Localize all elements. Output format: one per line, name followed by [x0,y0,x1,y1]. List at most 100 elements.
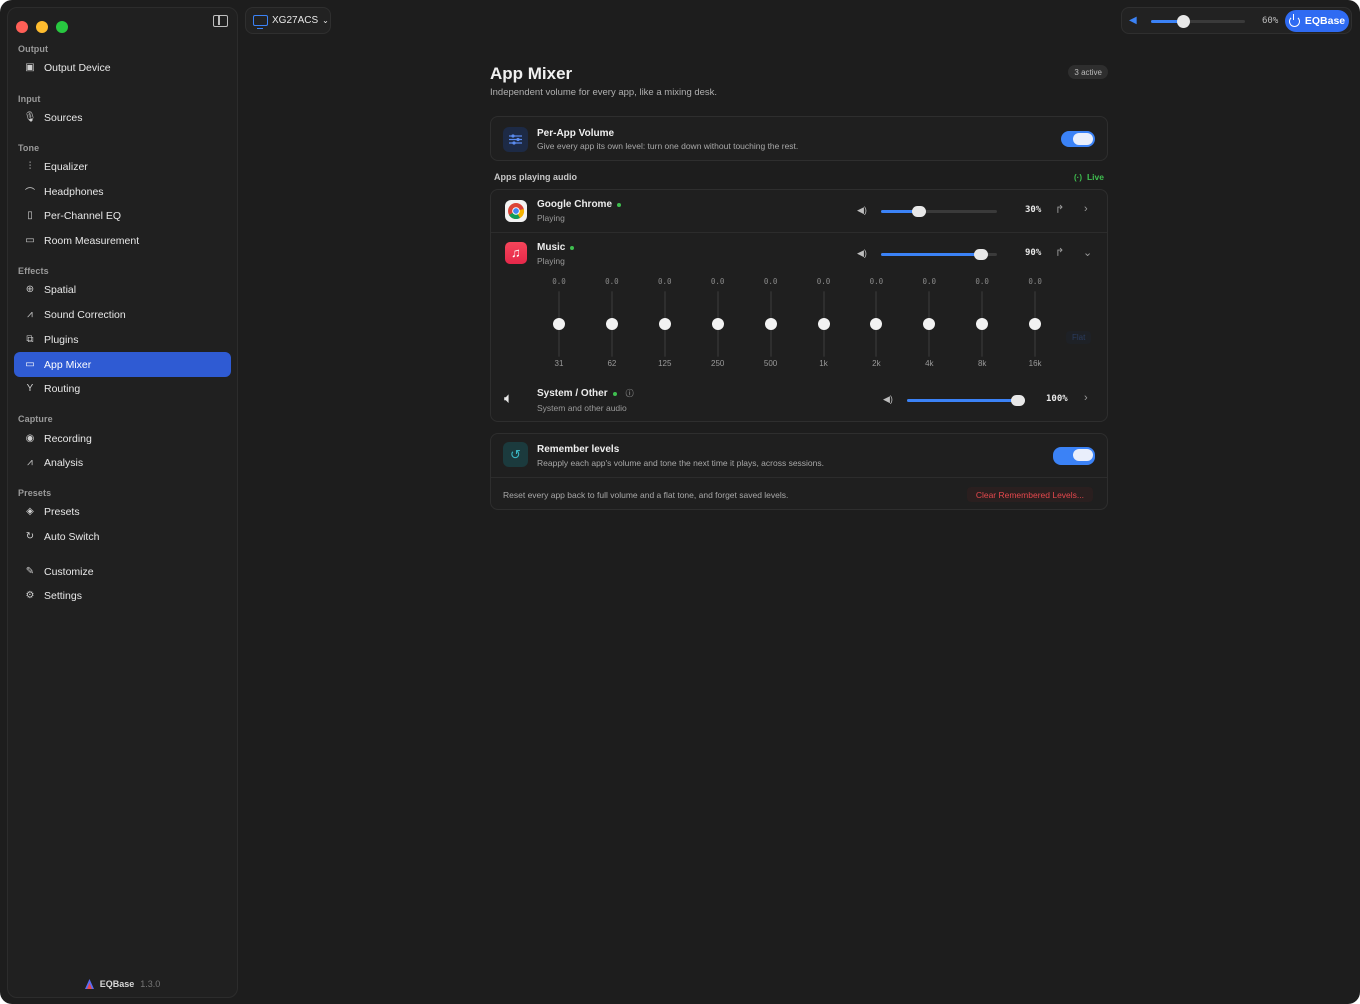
sidebar-item-spatial[interactable]: ⊕ Spatial [14,277,231,302]
eq-band-knob[interactable] [553,318,565,330]
sidebar-footer: EQBase 1.3.0 [8,979,237,989]
nav-section-effects: Effects [18,266,49,276]
sidebar-item-settings[interactable]: ⚙ Settings [14,583,231,608]
clear-remembered-levels-button[interactable]: Clear Remembered Levels... [966,487,1093,502]
output-device-icon: ▣ [25,62,35,73]
sidebar-item-presets[interactable]: ◈ Presets [14,499,231,524]
remember-levels-toggle[interactable] [1053,447,1095,465]
sidebar-item-analysis[interactable]: ⩘ Analysis [14,450,231,475]
app-volume-knob[interactable] [973,249,988,260]
sidebar-item-label: Auto Switch [44,530,100,543]
sidebar-item-label: Output Device [44,61,111,74]
close-window-button[interactable] [16,21,28,33]
eq-band-knob[interactable] [605,318,618,330]
eq-band-knob[interactable] [1029,318,1042,330]
sidebar-item-recording[interactable]: ◉ Recording [14,426,231,451]
eq-band-frequency: 2k [872,359,881,368]
system-speaker-icon: 🔈︎ [504,390,514,407]
app-row-system: 🔈︎ System / Other ⓘ System and other audi… [491,378,1107,423]
eq-band-knob[interactable] [658,318,671,330]
sidebar-item-customize[interactable]: ✎ Customize [14,559,231,584]
eq-band-knob[interactable] [711,318,724,330]
app-volume-percent: 90% [1025,248,1042,258]
chevron-right-icon[interactable]: › [1084,392,1088,404]
route-arrow-icon[interactable]: ↱ [1055,246,1064,259]
footer-brand: EQBase [99,979,135,989]
sidebar-item-headphones[interactable]: ⌒ Headphones [14,179,231,204]
globe-icon: ⊕ [25,284,35,295]
nav-section-capture: Capture [18,414,53,424]
minimize-window-button[interactable] [36,21,48,33]
eq-band-frequency: 250 [711,359,725,368]
app-volume-slider[interactable] [907,395,1026,406]
eq-band-gain: 0.0 [816,277,831,286]
eq-band-knob[interactable] [976,318,989,330]
eq-band-knob[interactable] [817,318,830,330]
remember-levels-title: Remember levels [537,444,620,455]
gear-icon: ⚙ [25,590,35,601]
speaker-icon: ◀) [857,205,867,215]
record-icon: ◉ [25,433,35,444]
eq-band-gain: 0.0 [605,277,619,286]
chevron-down-icon[interactable]: ⌄ [1083,246,1092,259]
eq-band-knob[interactable] [870,318,883,330]
eq-band-gain: 0.0 [552,277,566,286]
info-icon[interactable]: ⓘ [626,388,634,399]
zoom-window-button[interactable] [56,21,68,33]
app-volume-knob[interactable] [912,206,927,217]
sidebar-item-label: Room Measurement [44,234,140,247]
app-volume-slider[interactable] [881,206,997,217]
eq-band-frequency: 31 [554,359,564,368]
sidebar-toggle-icon[interactable] [213,15,228,27]
per-app-volume-card: Per-App Volume Give every app its own le… [490,116,1108,161]
device-selector[interactable]: XG27ACS ⌄ [245,7,331,34]
sidebar-item-label: Customize [44,565,94,578]
playing-dot-icon [617,202,622,207]
apps-card: Google Chrome Playing ◀) 30% ↱ › ♫ Music… [490,189,1108,422]
sidebar-item-sound-correction[interactable]: ⩘ Sound Correction [14,302,231,327]
master-volume-knob[interactable] [1176,15,1190,28]
power-toggle-button[interactable]: EQBase [1285,10,1349,32]
speaker-icon: ◀ [1129,15,1137,26]
live-label: Live [1086,172,1104,182]
sidebar-item-output-device[interactable]: ▣ Output Device [14,55,231,80]
sidebar-item-auto-switch[interactable]: ↻ Auto Switch [14,524,231,549]
sidebar-item-label: Equalizer [44,160,88,173]
sidebar-item-label: Headphones [44,185,104,198]
master-volume-slider[interactable] [1151,15,1245,28]
eq-band-knob[interactable] [764,318,777,330]
sidebar-item-sources[interactable]: 🎙︎ Sources [14,105,231,130]
sidebar-item-app-mixer[interactable]: ▭ App Mixer [14,352,231,377]
eq-band-gain: 0.0 [710,277,725,286]
app-name: System / Other ⓘ [537,388,634,399]
app-volume-slider[interactable] [881,249,997,260]
footer-version: 1.3.0 [140,979,161,989]
chevron-right-icon[interactable]: › [1084,203,1088,215]
sidebar-item-label: Settings [44,589,82,602]
sidebar-item-equalizer[interactable]: ⫶ Equalizer [14,154,231,179]
mixer-sliders-icon [503,127,528,152]
app-window: Output ▣ Output Device Input 🎙︎ Sources To… [0,0,1360,1004]
sidebar-item-routing[interactable]: Y Routing [14,376,231,401]
flat-button[interactable]: Flat [1066,331,1092,344]
eq-band-frequency: 16k [1028,359,1042,368]
app-volume-knob[interactable] [1011,395,1026,406]
sidebar-item-per-channel-eq[interactable]: ▯ Per-Channel EQ [14,203,231,228]
app-volume-percent: 30% [1025,205,1042,215]
app-status: System and other audio [537,403,627,413]
sidebar-item-plugins[interactable]: ⧉ Plugins [14,327,231,352]
eq-band-knob[interactable] [923,318,936,330]
sidebar-item-label: Routing [44,382,81,395]
brush-icon: ✎ [25,566,35,577]
app-name-text: Music [537,242,566,253]
page-title: App Mixer [490,64,573,83]
eq-band-frequency: 125 [658,359,672,368]
remember-levels-subtitle: Reapply each app's volume and tone the n… [537,458,824,468]
route-arrow-icon[interactable]: ↱ [1055,203,1064,216]
nav-section-presets: Presets [18,488,52,498]
speaker-icon: ◀) [883,394,893,404]
sidebar-item-room-measurement[interactable]: ▭ Room Measurement [14,228,231,253]
per-app-volume-toggle[interactable] [1061,131,1095,147]
waveform-icon: ⩘ [27,457,33,468]
window-controls [16,21,68,33]
